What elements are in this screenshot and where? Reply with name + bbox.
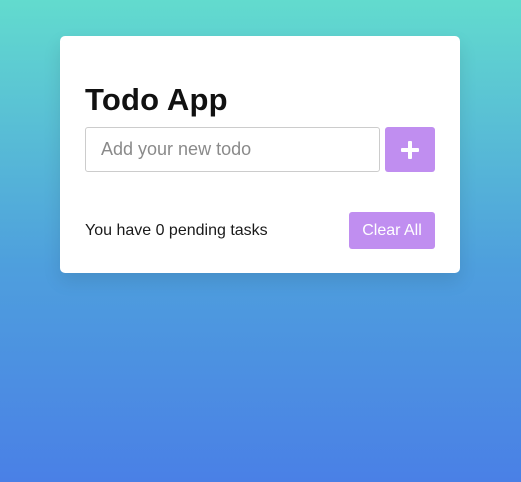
footer-row: You have 0 pending tasks Clear All [85,212,435,249]
todo-input[interactable] [85,127,380,172]
input-row [85,127,435,172]
clear-all-button[interactable]: Clear All [349,212,435,249]
todo-card: Todo App You have 0 pending tasks Clear … [60,36,460,273]
plus-icon [401,140,419,159]
add-todo-button[interactable] [385,127,435,172]
pending-tasks-text: You have 0 pending tasks [85,221,268,239]
app-title: Todo App [85,82,228,117]
